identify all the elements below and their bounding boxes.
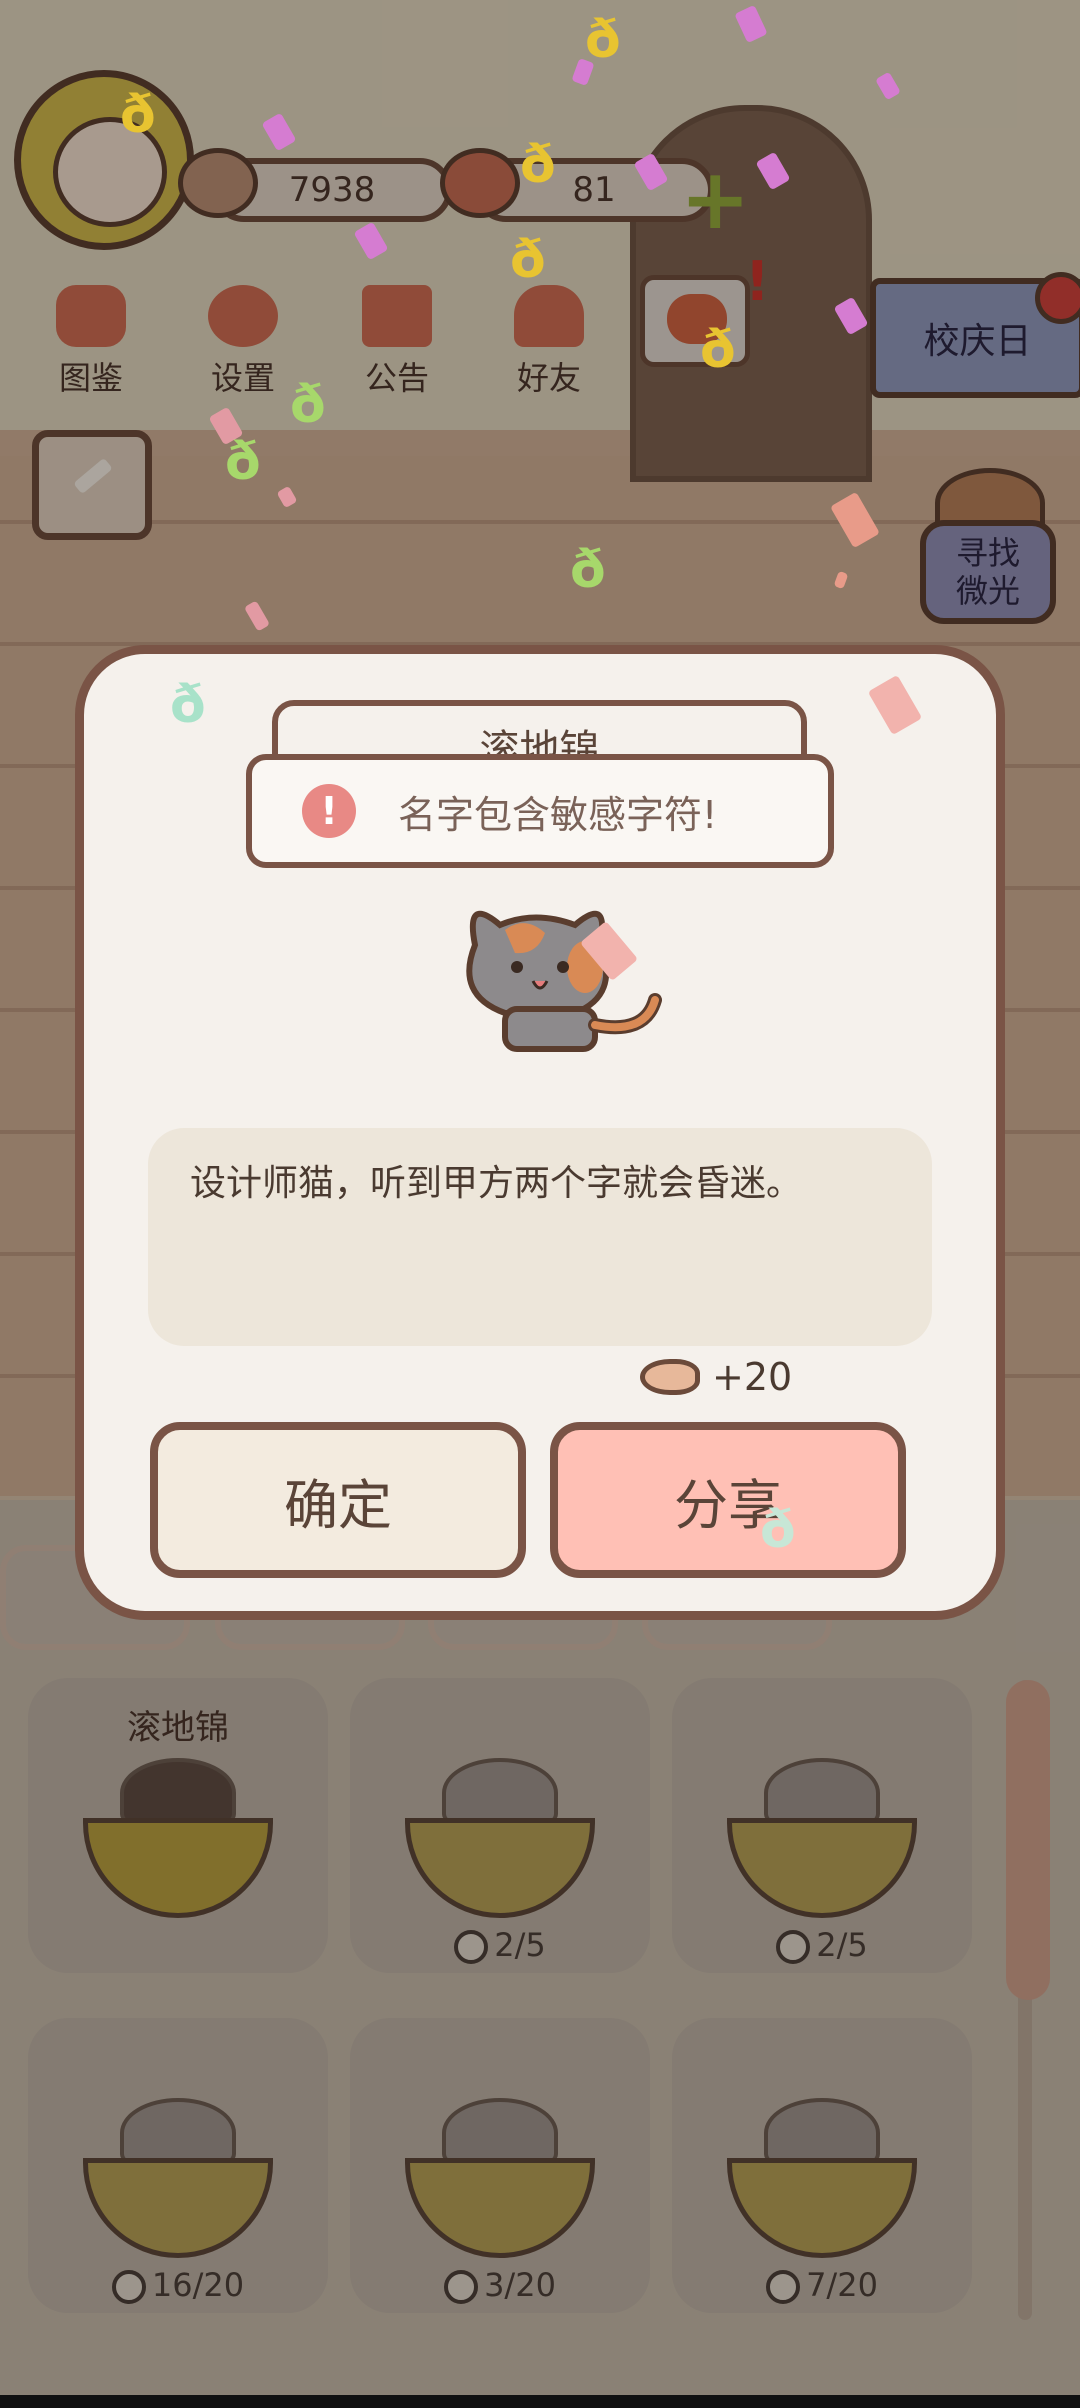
fish-icon — [640, 1359, 700, 1395]
streamer-piece: ð — [520, 135, 556, 195]
system-nav-bar — [0, 2395, 1080, 2408]
streamer-piece: ð — [120, 85, 156, 145]
streamer-piece: ð — [510, 230, 546, 290]
calico-cat-icon — [466, 910, 662, 1052]
streamer-piece: ð — [170, 675, 206, 735]
streamer-piece: ð — [570, 540, 606, 600]
streamer-piece: ð — [290, 375, 326, 435]
streamer-piece: ð — [760, 1500, 796, 1560]
streamer-piece: ð — [585, 10, 621, 70]
confirm-button[interactable]: 确定 — [150, 1422, 526, 1578]
error-toast-message: 名字包含敏感字符! — [398, 792, 718, 837]
streamer-piece: ð — [700, 320, 736, 380]
streamer-piece: ð — [225, 432, 261, 492]
confirm-button-label: 确定 — [284, 1473, 392, 1537]
warning-icon: ! — [302, 784, 356, 838]
cat-description: 设计师猫，听到甲方两个字就会昏迷。 — [148, 1128, 932, 1346]
game-screen: 7938 81 + 图鉴 设置 公告 好友 ! 校庆日 寻找 微光 滚地锦 2/… — [0, 0, 1080, 2408]
share-reward-amount: +20 — [712, 1355, 793, 1399]
error-toast: ! 名字包含敏感字符! — [246, 754, 834, 868]
share-button[interactable]: 分享 — [550, 1422, 906, 1578]
cat-description-text: 设计师猫，听到甲方两个字就会昏迷。 — [190, 1163, 803, 1204]
share-reward: +20 — [640, 1355, 792, 1399]
